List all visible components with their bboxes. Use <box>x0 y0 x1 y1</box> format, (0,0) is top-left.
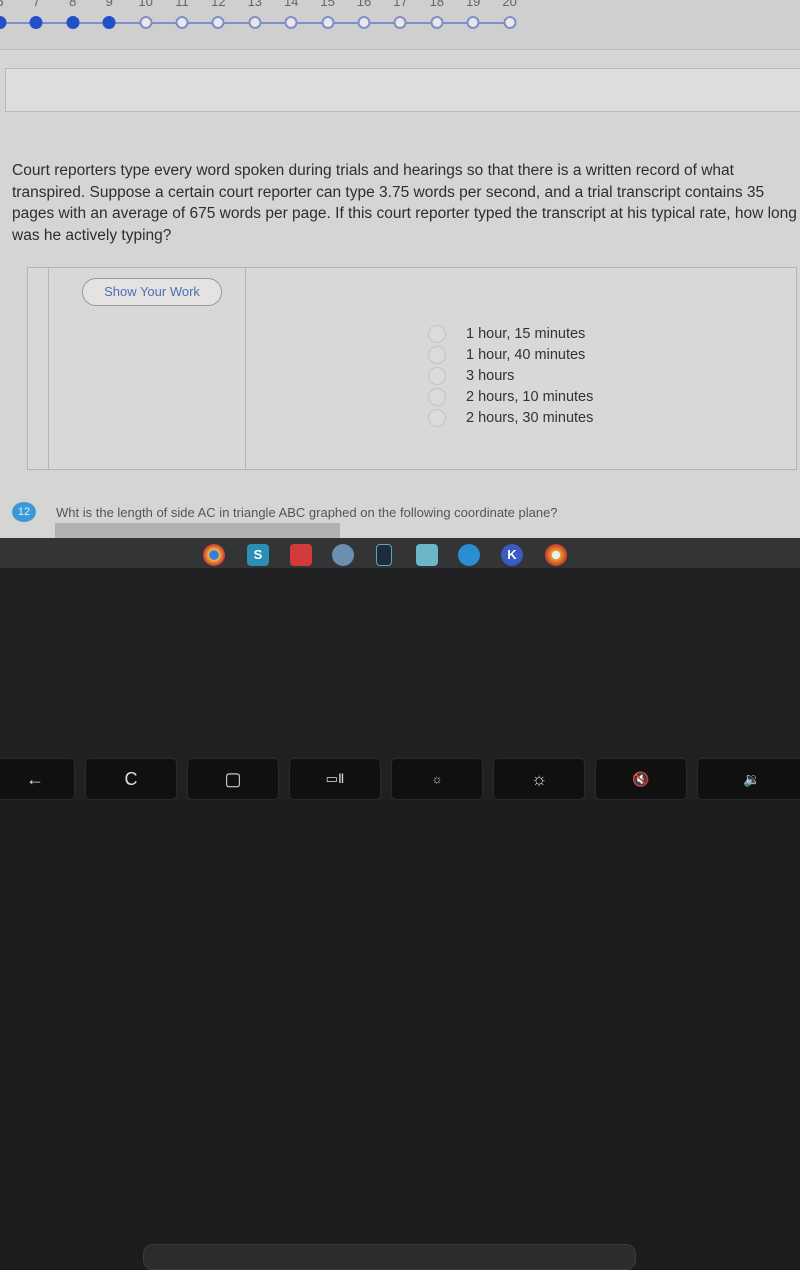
question-number-badge: 12 <box>12 502 36 522</box>
brightness-up-key[interactable]: ☼ <box>493 758 585 800</box>
progress-number: 18 <box>429 0 445 9</box>
progress-number: 14 <box>283 0 299 9</box>
docs-icon[interactable] <box>376 544 392 566</box>
progress-number: 20 <box>502 0 517 9</box>
answer-choice[interactable]: 1 hour, 40 minutes <box>428 344 593 365</box>
s-app-icon[interactable]: S <box>247 544 269 566</box>
overview-key[interactable]: ▭Ⅱ <box>289 758 381 800</box>
volume-key[interactable]: 🔉 <box>697 758 800 800</box>
progress-dot-17[interactable] <box>393 16 407 29</box>
radio-button[interactable] <box>428 324 446 343</box>
answer-choice[interactable]: 2 hours, 30 minutes <box>428 407 593 428</box>
answer-choices: 1 hour, 15 minutes 1 hour, 40 minutes 3 ho… <box>428 323 593 428</box>
mute-key[interactable]: 🔇 <box>595 758 687 800</box>
choice-label: 2 hours, 30 minutes <box>466 409 594 426</box>
progress-number: 17 <box>393 0 408 9</box>
next-question: 12 Wht is the length of side AC in trian… <box>12 502 558 522</box>
progress-dot-6[interactable] <box>0 16 7 29</box>
s-app-label: S <box>253 547 263 562</box>
screen: 6 7 8 9 10 11 12 13 14 15 16 17 18 19 20 Court reporte… <box>0 0 800 540</box>
choice-label: 1 hour, 15 minutes <box>466 325 586 342</box>
choice-label: 3 hours <box>466 367 515 384</box>
progress-dot-18[interactable] <box>430 16 444 29</box>
progress-number: 13 <box>247 0 263 9</box>
work-area: Show Your Work 1 hour, 15 minutes 1 hour,… <box>27 267 797 470</box>
progress-dot-7[interactable] <box>29 16 43 29</box>
book-app-icon[interactable] <box>416 544 438 566</box>
answer-choice[interactable]: 3 hours <box>428 365 593 386</box>
progress-number: 19 <box>465 0 481 9</box>
progress-number: 15 <box>320 0 335 9</box>
show-your-work-button[interactable]: Show Your Work <box>82 278 222 306</box>
slides-app-icon[interactable] <box>290 544 312 566</box>
progress-number: 10 <box>138 0 153 9</box>
fullscreen-key[interactable]: ▢ <box>187 758 279 800</box>
question-progress-bar: 6 7 8 9 10 11 12 13 14 15 16 17 18 19 20 <box>0 0 800 50</box>
progress-number: 9 <box>105 0 113 9</box>
progress-dot-14[interactable] <box>284 16 298 29</box>
choice-label: 2 hours, 10 minutes <box>466 388 594 405</box>
brightness-down-key[interactable]: ☼ <box>391 758 483 800</box>
radio-button[interactable] <box>428 366 446 385</box>
choice-label: 1 hour, 40 minutes <box>466 346 586 363</box>
k-app-icon[interactable]: K <box>501 544 523 566</box>
chrome-canary-icon[interactable] <box>545 544 567 566</box>
progress-number: 6 <box>0 0 4 9</box>
taskbar-shelf: S K <box>0 538 800 568</box>
progress-dot-15[interactable] <box>321 16 335 29</box>
progress-dot-11[interactable] <box>175 16 189 29</box>
progress-number: 8 <box>69 0 77 9</box>
chrome-icon[interactable] <box>203 544 225 566</box>
video-app-icon[interactable] <box>458 544 480 566</box>
progress-dot-12[interactable] <box>211 16 225 29</box>
answer-banner <box>5 68 800 112</box>
game-app-icon[interactable] <box>332 544 354 566</box>
refresh-key[interactable]: C <box>85 758 177 800</box>
progress-dot-10[interactable] <box>139 16 153 29</box>
progress-dot-8[interactable] <box>66 16 80 29</box>
radio-button[interactable] <box>428 408 446 427</box>
progress-dot-19[interactable] <box>466 16 480 29</box>
answer-choice[interactable]: 2 hours, 10 minutes <box>428 386 593 407</box>
progress-dot-9[interactable] <box>102 16 116 29</box>
question-text: Court reporters type every word spoken d… <box>12 162 797 244</box>
laptop-hinge <box>143 1244 636 1270</box>
show-work-pane: Show Your Work <box>48 268 246 470</box>
k-app-label: K <box>507 547 517 562</box>
answer-choice[interactable]: 1 hour, 15 minutes <box>428 323 593 344</box>
radio-button[interactable] <box>428 345 446 364</box>
progress-number: 12 <box>211 0 226 9</box>
progress-number: 11 <box>175 0 189 9</box>
progress-dot-16[interactable] <box>357 16 371 29</box>
back-key[interactable]: ← <box>0 758 75 800</box>
next-question-text: Wht is the length of side AC in triangle… <box>56 504 558 520</box>
progress-number: 16 <box>356 0 372 9</box>
progress-dot-20[interactable] <box>503 16 517 29</box>
progress-dot-13[interactable] <box>248 16 262 29</box>
radio-button[interactable] <box>428 387 446 406</box>
progress-number: 7 <box>32 0 41 9</box>
